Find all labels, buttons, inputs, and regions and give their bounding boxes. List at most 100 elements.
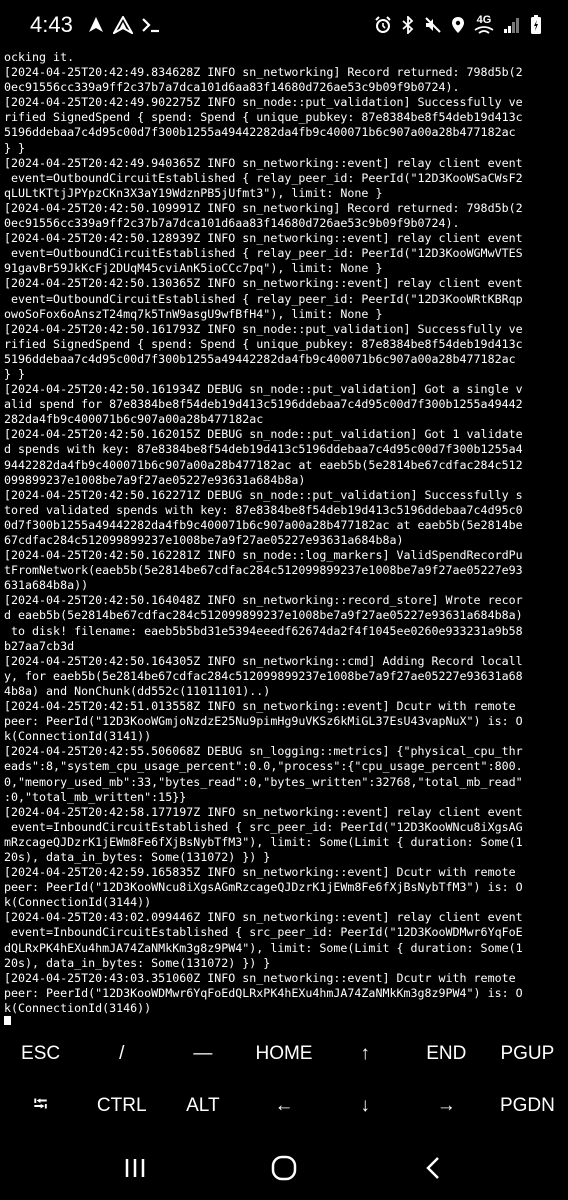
terminal-line: k(ConnectionId(3146)): [4, 1000, 152, 1015]
terminal-line: [2024-04-25T20:42:50.162271Z DEBUG sn_no…: [4, 487, 523, 502]
terminal-line: [2024-04-25T20:42:59.165835Z INFO sn_net…: [4, 865, 516, 880]
location-icon: [451, 16, 465, 34]
terminal-line: :0,"total_mb_written":15}}: [4, 789, 187, 804]
terminal-line: } }: [4, 366, 26, 381]
ctrl-key[interactable]: CTRL: [81, 1080, 162, 1132]
terminal-line: 20s), data_in_bytes: Some(131072) }) }: [4, 955, 271, 970]
terminal-line: [2024-04-25T20:42:50.162015Z DEBUG sn_no…: [4, 427, 523, 442]
right-arrow-key[interactable]: →: [406, 1080, 487, 1132]
terminal-line: k(ConnectionId(3141)): [4, 729, 152, 744]
terminal-cursor-line: [4, 1016, 564, 1025]
left-arrow-key[interactable]: ←: [243, 1080, 324, 1132]
terminal-line: alid spend for 87e8384be8f54deb19d413c51…: [4, 397, 523, 412]
terminal-prompt-icon: [141, 16, 161, 34]
terminal-line: peer: PeerId("12D3KooWGmjoNzdzE25Nu9pimH…: [4, 714, 523, 729]
slash-key[interactable]: /: [81, 1028, 162, 1080]
battery-icon: [530, 15, 542, 35]
terminal-line: [2024-04-25T20:42:50.161793Z INFO sn_nod…: [4, 321, 523, 336]
terminal-line: } }: [4, 140, 26, 155]
terminal-line: [2024-04-25T20:42:49.834628Z INFO sn_net…: [4, 65, 523, 80]
terminal-line: [2024-04-25T20:42:50.128939Z INFO sn_net…: [4, 231, 523, 246]
home-icon: [270, 1154, 298, 1187]
terminal-line: [2024-04-25T20:43:03.351060Z INFO sn_net…: [4, 970, 516, 985]
terminal-line: peer: PeerId("12D3KooWNcu8iXgsAGmRzcageQ…: [4, 880, 523, 895]
terminal-line: [2024-04-25T20:42:49.940365Z INFO sn_net…: [4, 155, 523, 170]
home-key[interactable]: HOME: [243, 1028, 324, 1080]
pgup-key[interactable]: PGUP: [487, 1028, 568, 1080]
terminal-output[interactable]: ocking it. [2024-04-25T20:42:49.834628Z I…: [0, 50, 564, 1025]
terminal-line: peer: PeerId("12D3KooWDMwr6YqFoEdQLRxPK4…: [4, 985, 523, 1000]
end-key[interactable]: END: [406, 1028, 487, 1080]
terminal-line: dQLRxPK4hEXu4hmJA74ZaNMkKm3g8z9PW4"), li…: [4, 940, 523, 955]
terminal-line: 5196ddebaa7c4d95c00d7f300b1255a49442282d…: [4, 351, 516, 366]
terminal-line: 20s), data_in_bytes: Some(131072) }) }: [4, 849, 271, 864]
terminal-line: 0ec91556cc339a9ff2c37b7a7dca101d6aa83f14…: [4, 216, 460, 231]
terminal-line: event=InboundCircuitEstablished { src_pe…: [4, 925, 523, 940]
terminal-line: [2024-04-25T20:43:02.099446Z INFO sn_net…: [4, 910, 523, 925]
terminal-line: [2024-04-25T20:42:50.161934Z DEBUG sn_no…: [4, 382, 523, 397]
back-icon: [425, 1156, 441, 1185]
terminal-line: event=OutboundCircuitEstablished { relay…: [4, 291, 523, 306]
wifi-icon: 4G: [474, 14, 494, 36]
terminal-line: [2024-04-25T20:42:50.130365Z INFO sn_net…: [4, 276, 523, 291]
esc-key[interactable]: ESC: [0, 1028, 81, 1080]
tab-key[interactable]: ⭾: [0, 1080, 81, 1132]
alarm-icon: [374, 16, 392, 34]
extra-keys-row-1: ESC / ― HOME ↑ END PGUP: [0, 1028, 568, 1080]
extra-keys-bar: ESC / ― HOME ↑ END PGUP ⭾ CTRL ALT ← ↓ → PGDN: [0, 1028, 568, 1132]
up-arrow-key[interactable]: ↑: [325, 1028, 406, 1080]
terminal-line: 631a684b8a)): [4, 578, 89, 593]
terminal-line: d spends with key: 87e8384be8f54deb19d41…: [4, 442, 523, 457]
terminal-line: event=OutboundCircuitEstablished { relay…: [4, 170, 523, 185]
terminal-line: 099899237e1008be7a9f27ae05227e93631a684b…: [4, 472, 306, 487]
navigation-arrow-icon: [87, 16, 105, 34]
terminal-line: 67cdfac284c512099899237e1008be7a9f27ae05…: [4, 533, 404, 547]
terminal-line: k(ConnectionId(3144)): [4, 895, 152, 910]
signal-icon: [503, 16, 521, 34]
dash-key[interactable]: ―: [162, 1028, 243, 1080]
terminal-line: tored validated spends with key: 87e8384…: [4, 502, 523, 517]
app-arrow-icon: [112, 16, 133, 34]
terminal-line: 4b8a) and NonChunk(dd552c(11011101)..): [4, 683, 271, 698]
terminal-line: event=InboundCircuitEstablished { src_pe…: [4, 819, 523, 834]
terminal-line: 0ec91556cc339a9ff2c37b7a7dca101d6aa83f14…: [4, 80, 460, 95]
status-bar-right: 4G: [374, 14, 568, 36]
down-arrow-key[interactable]: ↓: [325, 1080, 406, 1132]
terminal-line: 5196ddebaa7c4d95c00d7f300b1255a49442282d…: [4, 125, 516, 140]
terminal-line: 91gavBr59JkKcFj2DUqM45cviAnK5ioCCc7pq"),…: [4, 261, 383, 276]
terminal-line: tFromNetwork(eaeb5b(5e2814be67cdfac284c5…: [4, 563, 523, 578]
terminal-line: rified SignedSpend { spend: Spend { uniq…: [4, 336, 523, 351]
recents-icon: [123, 1157, 147, 1184]
terminal-line: [2024-04-25T20:42:49.902275Z INFO sn_nod…: [4, 95, 523, 110]
terminal-line: [2024-04-25T20:42:50.164305Z INFO sn_net…: [4, 653, 523, 668]
terminal-line: event=OutboundCircuitEstablished { relay…: [4, 246, 523, 261]
terminal-line: qLULtKTtjJPYpzCKn3X3aY19WdznPB5jUfmt3"),…: [4, 185, 383, 200]
terminal-line: 0,"memory_used_mb":33,"bytes_read":0,"by…: [4, 774, 523, 789]
navigation-bar: [0, 1140, 568, 1200]
terminal-line: 9442282da4fb9c400071b6c907a00a28b477182a…: [4, 457, 523, 472]
pgdn-key[interactable]: PGDN: [487, 1080, 568, 1132]
status-time: 4:43: [30, 12, 73, 37]
terminal-line: [2024-04-25T20:42:50.109991Z INFO sn_net…: [4, 200, 523, 215]
terminal-line: 0d7f300b1255a49442282da4fb9c400071b6c907…: [4, 517, 523, 532]
terminal-cursor: [4, 1016, 11, 1025]
terminal-line: ocking it.: [4, 50, 75, 64]
bluetooth-icon: [401, 16, 415, 34]
terminal-line: owoSoFox6oAnszT24mq7k5TnW9asgU9wfBfH4"),…: [4, 306, 383, 321]
recents-button[interactable]: [105, 1140, 165, 1200]
terminal-line: [2024-04-25T20:42:51.013558Z INFO sn_net…: [4, 699, 516, 714]
terminal-line: eads":8,"system_cpu_usage_percent":0.0,"…: [4, 759, 523, 774]
terminal-line: mRzcageQJDzrK1jEWm8Fe6fXjBsNybTfM3"), li…: [4, 834, 523, 849]
status-bar: 4:43 4G: [0, 0, 568, 50]
terminal-line: [2024-04-25T20:42:58.177197Z INFO sn_net…: [4, 804, 523, 819]
alt-key[interactable]: ALT: [162, 1080, 243, 1132]
terminal-line: rified SignedSpend { spend: Spend { uniq…: [4, 110, 523, 125]
terminal-line: y, for eaeb5b(5e2814be67cdfac284c5120998…: [4, 668, 523, 683]
terminal-line: to disk! filename: eaeb5b5bd31e5394eeedf…: [4, 623, 523, 638]
terminal-line: [2024-04-25T20:42:50.162281Z INFO sn_nod…: [4, 548, 523, 563]
terminal-line: 282da4fb9c400071b6c907a00a28b477182ac: [4, 412, 264, 427]
terminal-line: [2024-04-25T20:42:55.506068Z DEBUG sn_lo…: [4, 744, 523, 759]
status-bar-left: 4:43: [0, 12, 161, 38]
back-button[interactable]: [403, 1140, 463, 1200]
home-button[interactable]: [254, 1140, 314, 1200]
